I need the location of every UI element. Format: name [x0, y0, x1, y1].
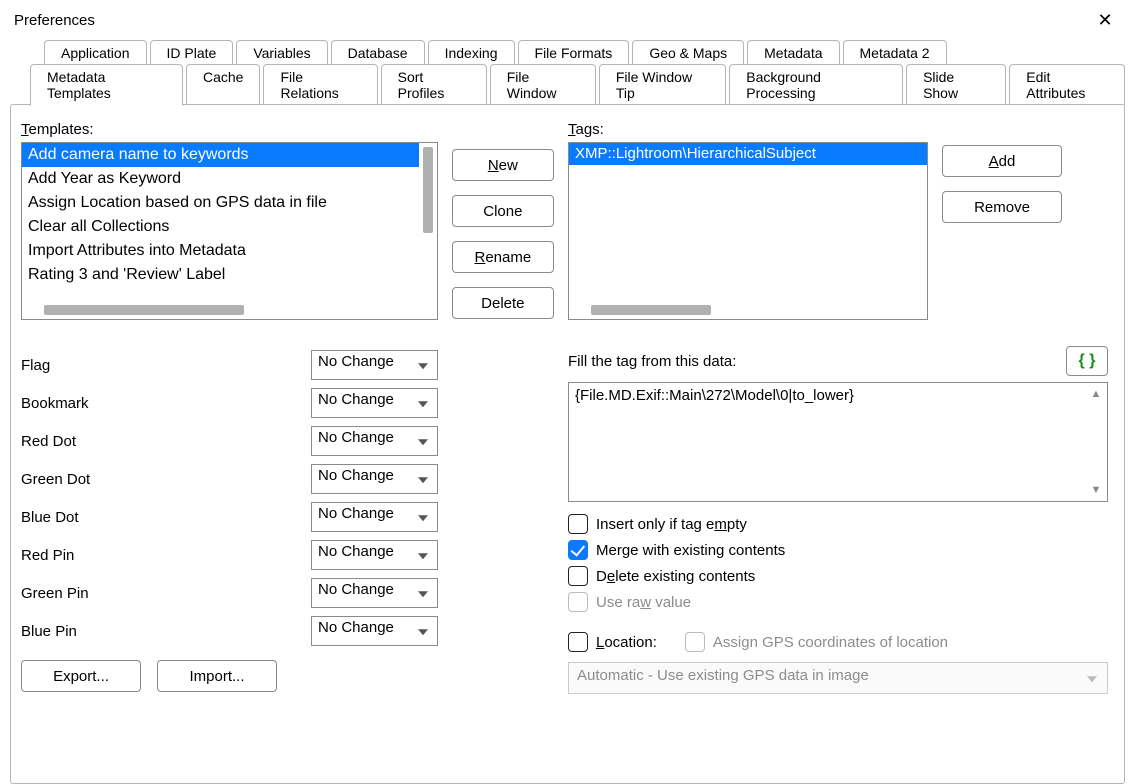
location-source-combo: Automatic - Use existing GPS data in ima… — [568, 662, 1108, 694]
tab-indexing[interactable]: Indexing — [428, 40, 515, 65]
tab-database[interactable]: Database — [331, 40, 425, 65]
rename-button[interactable]: Rename — [452, 241, 554, 273]
tab-id-plate[interactable]: ID Plate — [150, 40, 234, 65]
export-button[interactable]: Export... — [21, 660, 141, 692]
window-title: Preferences — [14, 12, 95, 29]
textarea-scroll-up-icon[interactable]: ▲ — [1089, 387, 1103, 401]
prop-combo-flag[interactable]: No Change — [311, 350, 438, 380]
import-button[interactable]: Import... — [157, 660, 277, 692]
tab-cache[interactable]: Cache — [186, 64, 260, 105]
fill-label: Fill the tag from this data: — [568, 353, 736, 370]
tab-file-window-tip[interactable]: File Window Tip — [599, 64, 726, 105]
tab-file-window[interactable]: File Window — [490, 64, 596, 105]
prop-label-blue-dot: Blue Dot — [21, 509, 301, 526]
delete-existing-checkbox[interactable]: Delete existing contents — [568, 566, 1108, 586]
remove-tag-button[interactable]: Remove — [942, 191, 1062, 223]
insert-only-if-empty-checkbox[interactable]: Insert only if tag empty — [568, 514, 1108, 534]
tags-listbox[interactable]: XMP::Lightroom\HierarchicalSubject — [568, 142, 928, 320]
templates-hscrollbar[interactable] — [22, 303, 419, 317]
tab-metadata-templates[interactable]: Metadata Templates — [30, 64, 183, 106]
prop-label-red-dot: Red Dot — [21, 433, 301, 450]
template-item[interactable]: Import Attributes into Metadata — [22, 239, 419, 263]
templates-label: Templates: — [21, 121, 438, 138]
prop-label-flag: Flag — [21, 357, 301, 374]
tab-metadata[interactable]: Metadata — [747, 40, 839, 65]
template-item[interactable]: Clear all Collections — [22, 215, 419, 239]
template-item[interactable]: Assign Location based on GPS data in fil… — [22, 191, 419, 215]
prop-combo-green-pin[interactable]: No Change — [311, 578, 438, 608]
tab-edit-attributes[interactable]: Edit Attributes — [1009, 64, 1125, 105]
prop-label-green-dot: Green Dot — [21, 471, 301, 488]
templates-listbox[interactable]: Add camera name to keywordsAdd Year as K… — [21, 142, 438, 320]
tag-item[interactable]: XMP::Lightroom\HierarchicalSubject — [569, 143, 927, 165]
prop-combo-red-pin[interactable]: No Change — [311, 540, 438, 570]
tags-hscrollbar[interactable] — [569, 303, 927, 317]
tags-label: Tags: — [568, 121, 928, 138]
template-item[interactable]: Add Year as Keyword — [22, 167, 419, 191]
prop-combo-green-dot[interactable]: No Change — [311, 464, 438, 494]
merge-existing-checkbox[interactable]: Merge with existing contents — [568, 540, 1108, 560]
template-item[interactable]: Add camera name to keywords — [22, 143, 419, 167]
close-icon[interactable]: ✕ — [1089, 8, 1121, 32]
textarea-scroll-down-icon[interactable]: ▼ — [1089, 483, 1103, 497]
clone-button[interactable]: Clone — [452, 195, 554, 227]
tab-file-relations[interactable]: File Relations — [263, 64, 377, 105]
prop-label-red-pin: Red Pin — [21, 547, 301, 564]
location-checkbox[interactable]: Location: — [568, 632, 657, 652]
prop-combo-blue-pin[interactable]: No Change — [311, 616, 438, 646]
delete-button[interactable]: Delete — [452, 287, 554, 319]
new-button[interactable]: New — [452, 149, 554, 181]
add-tag-button[interactable]: Add — [942, 145, 1062, 177]
tab-slide-show[interactable]: Slide Show — [906, 64, 1006, 105]
prop-combo-blue-dot[interactable]: No Change — [311, 502, 438, 532]
tab-metadata-2[interactable]: Metadata 2 — [843, 40, 947, 65]
tab-geo-maps[interactable]: Geo & Maps — [632, 40, 744, 65]
insert-variable-button[interactable]: { } — [1066, 346, 1108, 376]
assign-gps-checkbox: Assign GPS coordinates of location — [685, 632, 948, 652]
prop-label-blue-pin: Blue Pin — [21, 623, 301, 640]
prop-label-green-pin: Green Pin — [21, 585, 301, 602]
template-item[interactable]: Rating 3 and 'Review' Label — [22, 263, 419, 287]
tab-application[interactable]: Application — [44, 40, 147, 65]
templates-vscrollbar[interactable] — [421, 143, 435, 301]
prop-combo-red-dot[interactable]: No Change — [311, 426, 438, 456]
prop-combo-bookmark[interactable]: No Change — [311, 388, 438, 418]
tab-variables[interactable]: Variables — [236, 40, 327, 65]
use-raw-value-checkbox: Use raw value — [568, 592, 1108, 612]
tab-background-processing[interactable]: Background Processing — [729, 64, 903, 105]
prop-label-bookmark: Bookmark — [21, 395, 301, 412]
tab-sort-profiles[interactable]: Sort Profiles — [381, 64, 487, 105]
tab-file-formats[interactable]: File Formats — [518, 40, 630, 65]
fill-textarea[interactable]: {File.MD.Exif::Main\272\Model\0|to_lower… — [568, 382, 1108, 502]
